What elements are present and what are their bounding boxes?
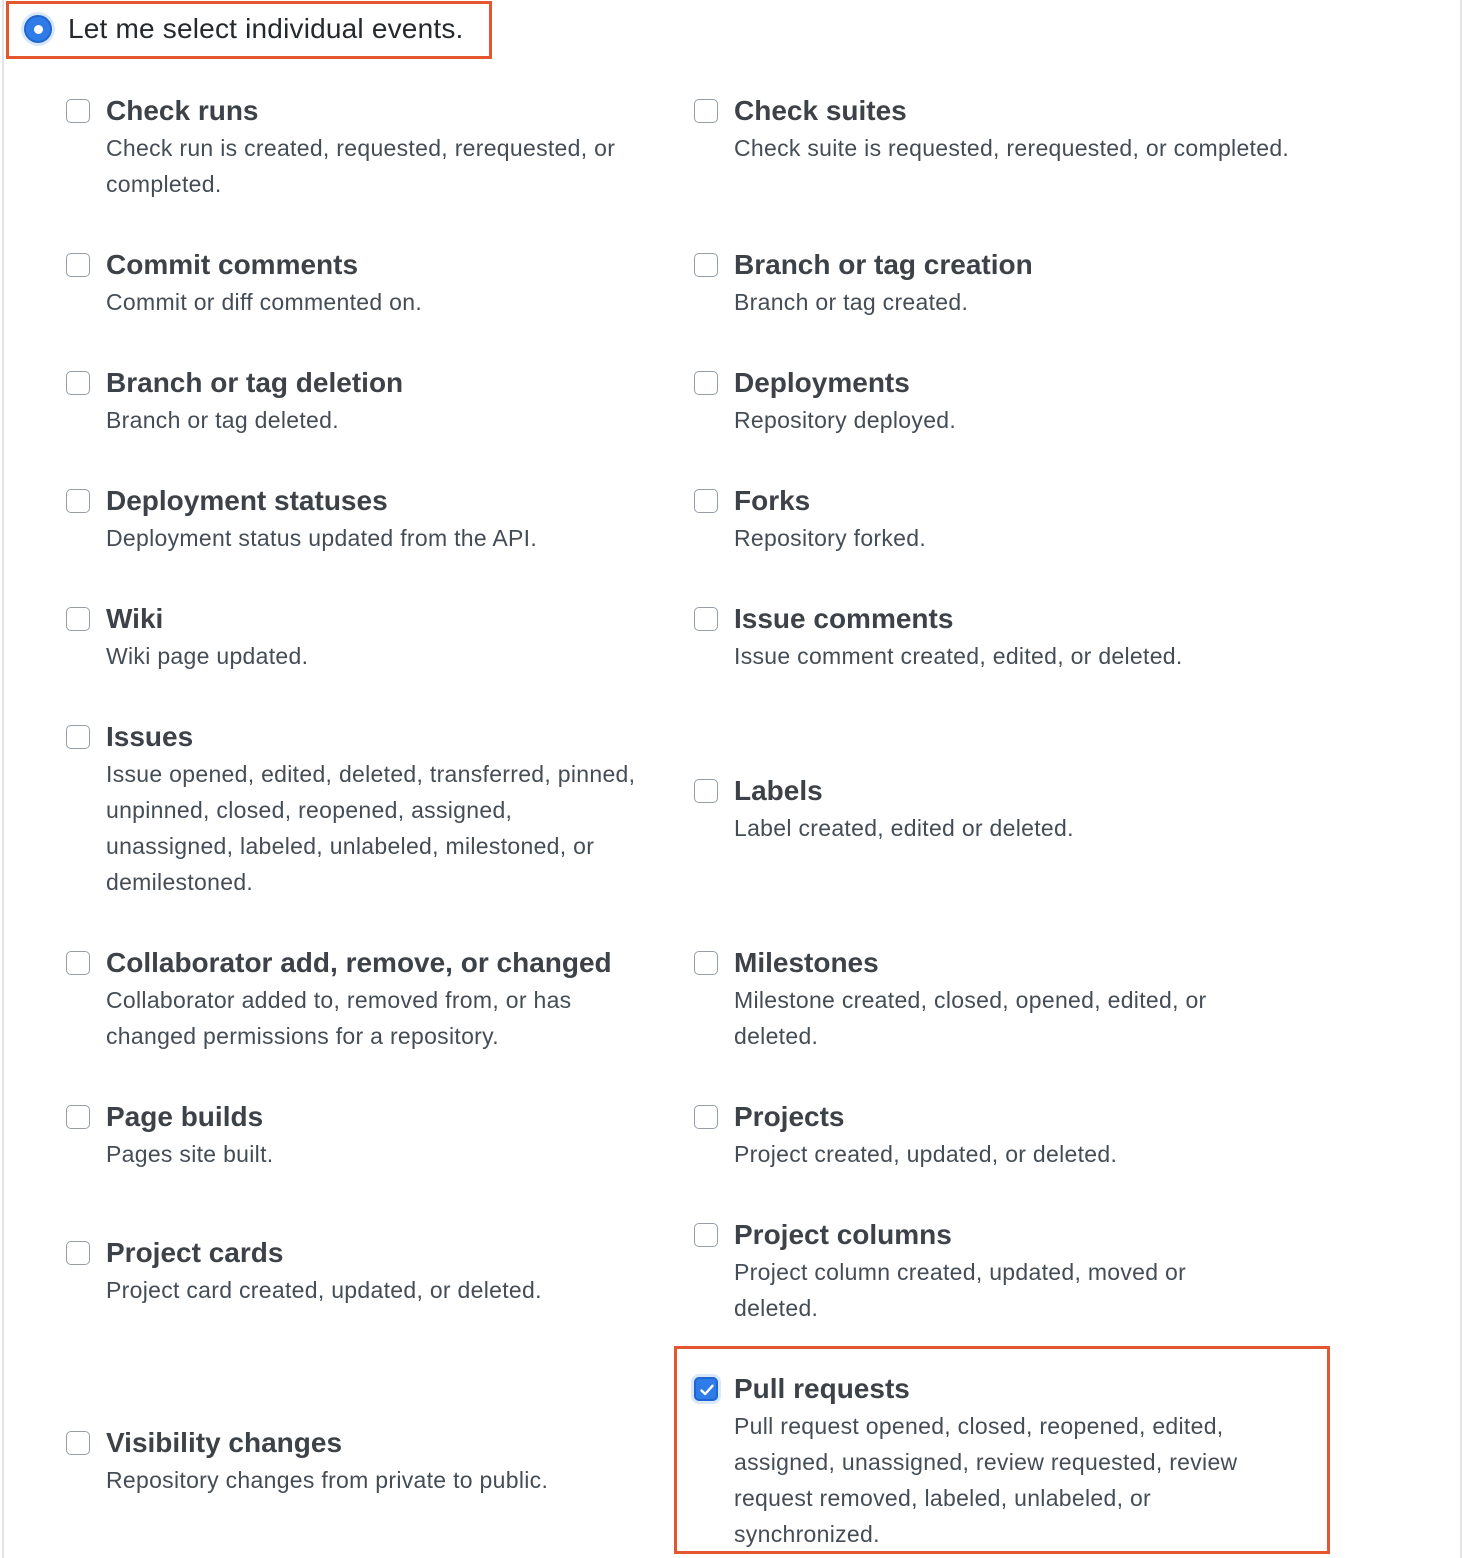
visibility-changes-title: Visibility changes bbox=[106, 1427, 343, 1458]
project-cards-checkbox[interactable] bbox=[66, 1241, 90, 1265]
commit-comments-desc: Commit or diff commented on. bbox=[106, 289, 423, 315]
page-builds-title: Page builds bbox=[106, 1101, 264, 1132]
wiki-checkbox[interactable] bbox=[66, 607, 90, 631]
events-panel: Let me select individual events. Check r… bbox=[2, 0, 1462, 1558]
labels-title: Labels bbox=[734, 775, 823, 806]
deployment-statuses-checkbox[interactable] bbox=[66, 489, 90, 513]
check-runs-checkbox[interactable] bbox=[66, 99, 90, 123]
visibility-changes-checkbox[interactable] bbox=[66, 1431, 90, 1455]
wiki-title: Wiki bbox=[106, 603, 164, 634]
branch-tag-creation-title: Branch or tag creation bbox=[734, 249, 1033, 280]
visibility-changes-desc: Repository changes from private to publi… bbox=[106, 1467, 549, 1493]
check-suites-title: Check suites bbox=[734, 95, 907, 126]
project-columns-title: Project columns bbox=[734, 1219, 952, 1250]
milestones-checkbox[interactable] bbox=[694, 951, 718, 975]
commit-comments-checkbox[interactable] bbox=[66, 253, 90, 277]
milestones-title: Milestones bbox=[734, 947, 879, 978]
check-suites-checkbox[interactable] bbox=[694, 99, 718, 123]
collaborator-desc: Collaborator added to, removed from, or … bbox=[106, 987, 572, 1049]
project-columns-checkbox[interactable] bbox=[694, 1223, 718, 1247]
projects-desc: Project created, updated, or deleted. bbox=[734, 1141, 1118, 1167]
forks-title: Forks bbox=[734, 485, 811, 516]
deployment-statuses-title: Deployment statuses bbox=[106, 485, 388, 516]
branch-tag-deletion-checkbox[interactable] bbox=[66, 371, 90, 395]
branch-tag-creation-desc: Branch or tag created. bbox=[734, 289, 969, 315]
check-runs-title: Check runs bbox=[106, 95, 259, 126]
labels-checkbox[interactable] bbox=[694, 779, 718, 803]
branch-tag-deletion-desc: Branch or tag deleted. bbox=[106, 407, 339, 433]
individual-events-radio[interactable]: Let me select individual events. bbox=[24, 12, 464, 46]
deployments-checkbox[interactable] bbox=[694, 371, 718, 395]
projects-checkbox[interactable] bbox=[694, 1105, 718, 1129]
wiki-desc: Wiki page updated. bbox=[106, 643, 309, 669]
projects-title: Projects bbox=[734, 1101, 845, 1132]
pull-requests-desc: Pull request opened, closed, reopened, e… bbox=[734, 1413, 1238, 1547]
deployments-title: Deployments bbox=[734, 367, 910, 398]
deployments-desc: Repository deployed. bbox=[734, 407, 957, 433]
issue-comments-desc: Issue comment created, edited, or delete… bbox=[734, 643, 1183, 669]
collaborator-title: Collaborator add, remove, or changed bbox=[106, 947, 612, 978]
issues-checkbox[interactable] bbox=[66, 725, 90, 749]
deployment-statuses-desc: Deployment status updated from the API. bbox=[106, 525, 538, 551]
issues-desc: Issue opened, edited, deleted, transferr… bbox=[106, 761, 636, 895]
check-suites-desc: Check suite is requested, rerequested, o… bbox=[734, 135, 1290, 161]
project-cards-title: Project cards bbox=[106, 1237, 284, 1268]
milestones-desc: Milestone created, closed, opened, edite… bbox=[734, 987, 1207, 1049]
issue-comments-checkbox[interactable] bbox=[694, 607, 718, 631]
commit-comments-title: Commit comments bbox=[106, 249, 359, 280]
issue-comments-title: Issue comments bbox=[734, 603, 954, 634]
forks-checkbox[interactable] bbox=[694, 489, 718, 513]
page-builds-desc: Pages site built. bbox=[106, 1141, 274, 1167]
individual-events-label: Let me select individual events. bbox=[68, 13, 464, 44]
pull-requests-title: Pull requests bbox=[734, 1373, 910, 1404]
page-builds-checkbox[interactable] bbox=[66, 1105, 90, 1129]
project-cards-desc: Project card created, updated, or delete… bbox=[106, 1277, 542, 1303]
radio-selected-icon[interactable] bbox=[24, 15, 52, 43]
check-runs-desc: Check run is created, requested, rereque… bbox=[106, 135, 616, 197]
issues-title: Issues bbox=[106, 721, 194, 752]
collaborator-checkbox[interactable] bbox=[66, 951, 90, 975]
branch-tag-creation-checkbox[interactable] bbox=[694, 253, 718, 277]
forks-desc: Repository forked. bbox=[734, 525, 927, 551]
checkmark-icon bbox=[700, 1384, 714, 1396]
branch-tag-deletion-title: Branch or tag deletion bbox=[106, 367, 404, 398]
project-columns-desc: Project column created, updated, moved o… bbox=[734, 1259, 1187, 1321]
labels-desc: Label created, edited or deleted. bbox=[734, 815, 1074, 841]
pull-requests-checkbox[interactable] bbox=[694, 1377, 718, 1401]
